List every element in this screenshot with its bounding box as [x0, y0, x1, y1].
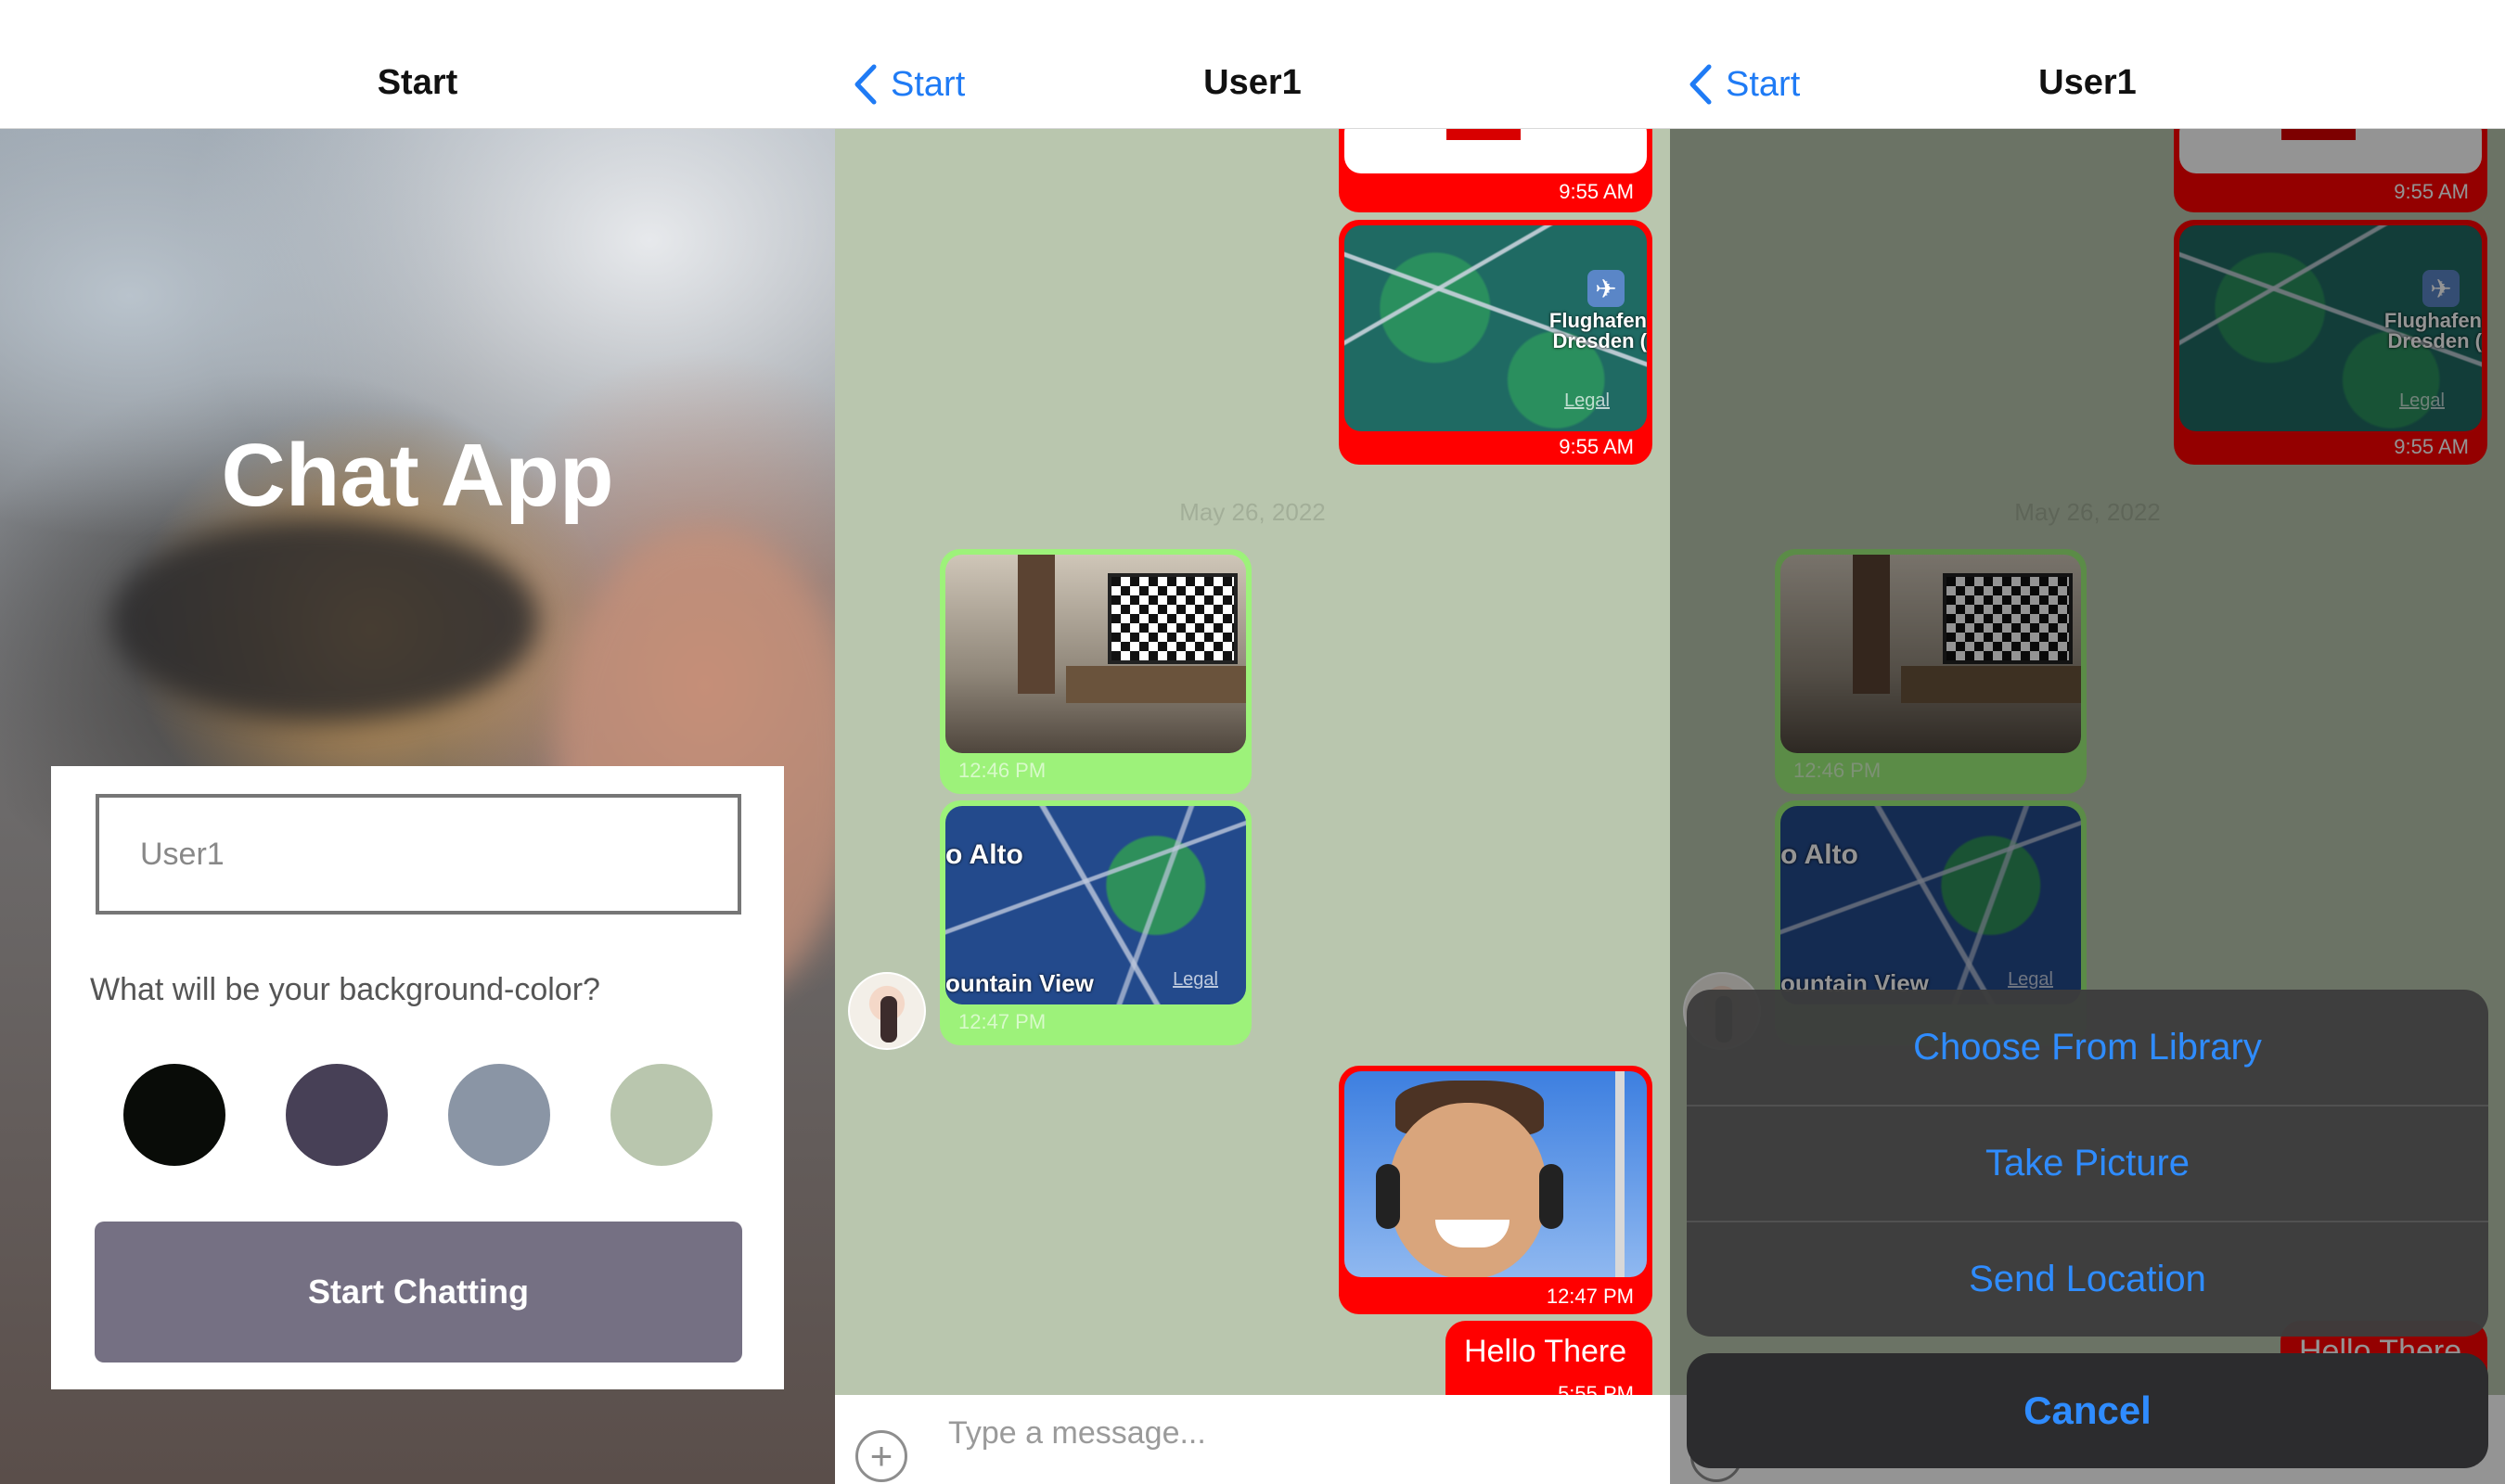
battery-icon	[2447, 9, 2488, 32]
image-thumbnail	[1344, 1071, 1647, 1277]
message-time: 12:47 PM	[958, 1010, 1047, 1033]
color-swatch-gray[interactable]	[448, 1064, 550, 1166]
app-title: Chat App	[221, 426, 614, 525]
message-time: 12:47 PM	[1546, 1285, 1634, 1308]
message-time: 12:46 PM	[958, 759, 1047, 782]
color-swatch-green[interactable]	[610, 1064, 713, 1166]
message-time: 9:55 AM	[1559, 180, 1634, 203]
map-legal[interactable]: Legal	[1173, 969, 1218, 991]
map-label: Flughafen Dresden (	[1548, 309, 1647, 352]
message-input[interactable]: Type a message...	[948, 1415, 1206, 1452]
compose-bar: + Type a message...	[835, 1395, 1670, 1484]
start-screen: Start Chat App User1 What will be your b…	[0, 0, 835, 1484]
send-location-button[interactable]: Send Location	[1687, 1222, 2488, 1337]
nav-title: Start	[377, 63, 458, 102]
map-label: ountain View	[945, 969, 1094, 997]
map-legal[interactable]: Legal	[1564, 390, 1610, 412]
message-bubble[interactable]: Hello There 5:55 PM	[1445, 1321, 1652, 1395]
message-text: Hello There	[1464, 1334, 1627, 1369]
map-thumbnail: ✈ Flughafen Dresden ( Legal	[1344, 225, 1647, 431]
color-question: What will be your background-color?	[90, 972, 600, 1007]
message-time: 5:55 PM	[1558, 1382, 1634, 1395]
message-bubble[interactable]: o Alto ountain View Legal 12:47 PM	[940, 800, 1252, 1045]
date-separator: May 26, 2022	[1179, 498, 1326, 526]
nav-title: User1	[2038, 63, 2137, 102]
start-chatting-button[interactable]: Start Chatting	[95, 1222, 742, 1362]
message-bubble[interactable]: 12:46 PM	[940, 549, 1252, 794]
login-card: User1 What will be your background-color…	[51, 766, 784, 1389]
map-thumbnail: o Alto ountain View Legal	[945, 806, 1246, 1004]
take-picture-button[interactable]: Take Picture	[1687, 1106, 2488, 1221]
name-input[interactable]: User1	[96, 794, 741, 915]
message-time: 9:55 AM	[1559, 435, 1634, 458]
nav-bar: Start User1	[835, 0, 1670, 129]
avatar[interactable]	[848, 972, 926, 1050]
choose-from-library-button[interactable]: Choose From Library	[1687, 990, 2488, 1105]
add-attachment-button[interactable]: +	[855, 1430, 907, 1482]
image-thumbnail	[945, 555, 1246, 753]
map-label: o Alto	[945, 839, 1023, 870]
message-bubble[interactable]: 12:47 PM	[1339, 1066, 1652, 1314]
nav-title: User1	[1203, 63, 1302, 102]
color-swatch-black[interactable]	[123, 1064, 225, 1166]
plus-icon: +	[869, 1434, 893, 1478]
message-bubble[interactable]: ✈ Flughafen Dresden ( Legal 9:55 AM	[1339, 220, 1652, 465]
chat-screen-action-sheet: Start User1 9:55 AM ✈ Flughafen Dresden …	[1670, 0, 2505, 1484]
status-time: 17:55	[2056, 7, 2119, 35]
nav-bar: Start	[0, 0, 835, 129]
status-bar: ◀ Kamera ▂▄▆ ◠ 17:55	[1670, 0, 2505, 41]
cancel-button[interactable]: Cancel	[1687, 1353, 2488, 1468]
action-sheet: Choose From Library Take Picture Send Lo…	[1687, 990, 2488, 1337]
image-thumbnail	[1344, 129, 1647, 173]
airport-icon: ✈	[1587, 270, 1625, 307]
chat-screen: Start User1 9:55 AM ✈ Flughafen Dresden …	[835, 0, 1670, 1484]
message-list[interactable]: 9:55 AM ✈ Flughafen Dresden ( Legal 9:55…	[835, 129, 1670, 1395]
color-swatch-purple[interactable]	[286, 1064, 388, 1166]
message-bubble[interactable]: 9:55 AM	[1339, 129, 1652, 212]
